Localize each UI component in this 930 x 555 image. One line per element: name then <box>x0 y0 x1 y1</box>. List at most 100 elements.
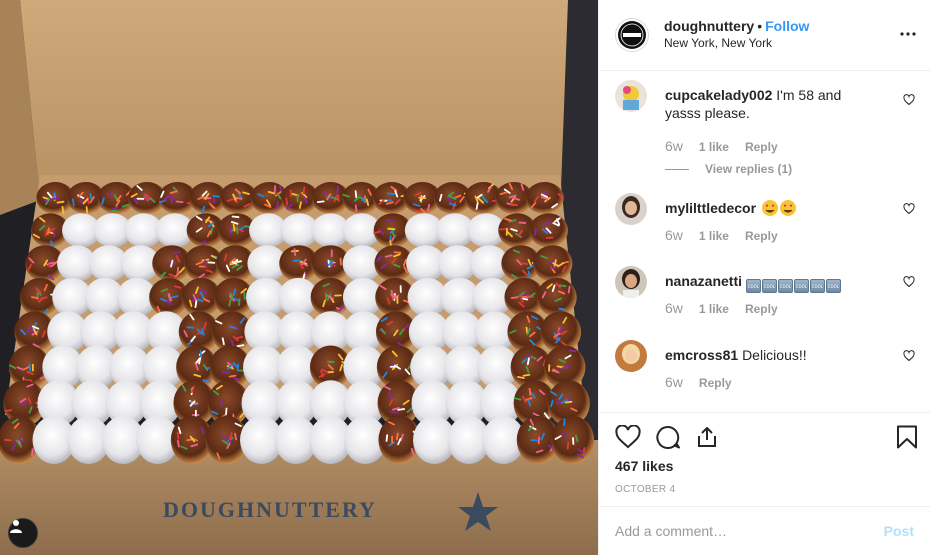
post-location[interactable]: New York, New York <box>664 35 809 52</box>
add-comment-bar: Post <box>599 506 930 555</box>
comment-body: nanazanetti COOL COOL COOL COOL COOL COOL <box>665 272 875 293</box>
post-date[interactable]: OCTOBER 4 <box>615 484 675 495</box>
sprinkle <box>235 335 244 340</box>
donut-box-image: DOUGHNUTTERY <box>0 0 598 555</box>
sprinkle <box>293 248 297 257</box>
sprinkle <box>4 409 13 412</box>
comments-list[interactable]: cupcakelady002 I'm 58 and yasss please. … <box>599 72 930 412</box>
sprinkle <box>387 192 395 195</box>
heart-eyes-emoji <box>761 200 778 216</box>
sprinkle <box>236 363 240 372</box>
sprinkle <box>221 337 225 346</box>
sprinkle <box>176 439 180 448</box>
like-comment-heart-icon[interactable] <box>903 350 915 362</box>
reply-button[interactable]: Reply <box>745 229 778 243</box>
box-brand-text: DOUGHNUTTERY <box>163 497 377 522</box>
comment-input[interactable] <box>615 523 884 539</box>
commenter-avatar[interactable] <box>615 80 647 112</box>
tagged-users-button[interactable] <box>8 518 38 548</box>
comment-username[interactable]: cupcakelady002 <box>665 87 772 103</box>
sprinkle <box>72 198 75 207</box>
sprinkle <box>387 227 396 231</box>
sprinkle <box>234 196 243 200</box>
sprinkle <box>395 432 399 441</box>
sprinkle <box>231 215 240 219</box>
doughnuttery-logo-icon <box>618 21 646 49</box>
comment-username[interactable]: mylilttledecor <box>665 200 756 216</box>
view-replies-button[interactable]: View replies (1) <box>665 162 792 176</box>
sprinkle <box>285 197 289 206</box>
avatar-image <box>615 340 647 372</box>
comment-age[interactable]: 6w <box>665 138 683 154</box>
sprinkle <box>298 201 302 209</box>
sprinkle <box>337 194 340 202</box>
comment-actions: 6w 1 like Reply <box>665 138 778 154</box>
sprinkle <box>550 265 559 270</box>
more-options-button[interactable] <box>900 26 916 45</box>
comment-likes[interactable]: 1 like <box>699 140 729 154</box>
post-photo[interactable]: DOUGHNUTTERY <box>0 0 598 555</box>
sprinkle <box>48 261 56 265</box>
comment-likes[interactable]: 1 like <box>699 229 729 243</box>
comment-body: emcross81 Delicious!! <box>665 346 875 364</box>
sprinkle <box>397 408 406 411</box>
comment-age[interactable]: 6w <box>665 227 683 243</box>
sprinkle <box>28 363 32 372</box>
sprinkle <box>475 202 479 210</box>
sprinkle <box>234 432 238 441</box>
post-username[interactable]: doughnuttery <box>664 18 754 34</box>
sprinkle <box>513 397 522 401</box>
sprinkle <box>232 223 236 232</box>
sprinkle <box>520 262 529 265</box>
instagram-post-modal: DOUGHNUTTERY doughnuttery • Follow New Y… <box>0 0 930 555</box>
comment-username[interactable]: nanazanetti <box>665 273 742 289</box>
commenter-avatar[interactable] <box>615 340 647 372</box>
comment-age[interactable]: 6w <box>665 300 683 316</box>
cool-emoji: COOL <box>809 279 825 293</box>
sprinkle <box>243 291 246 300</box>
sprinkle <box>522 373 531 377</box>
sprinkle <box>212 195 216 204</box>
cool-emoji: COOL <box>777 279 793 293</box>
like-heart-icon[interactable] <box>615 425 641 449</box>
sprinkle <box>199 350 203 359</box>
comment-username[interactable]: emcross81 <box>665 347 738 363</box>
sprinkle <box>354 204 358 213</box>
reply-button[interactable]: Reply <box>745 140 778 154</box>
sprinkle <box>52 229 56 238</box>
sprinkle <box>498 227 507 231</box>
share-icon[interactable] <box>695 425 719 449</box>
post-comment-button[interactable]: Post <box>884 523 914 539</box>
sprinkle <box>517 375 525 380</box>
sprinkle <box>229 226 232 235</box>
sprinkle <box>30 296 39 300</box>
sprinkle <box>225 407 228 416</box>
comment-likes[interactable]: 1 like <box>699 302 729 316</box>
save-post-button[interactable] <box>896 425 918 452</box>
sprinkle <box>567 285 571 294</box>
comment-age[interactable]: 6w <box>665 374 683 390</box>
sprinkle <box>228 298 232 307</box>
commenter-avatar[interactable] <box>615 193 647 225</box>
sprinkle <box>385 434 389 442</box>
like-comment-heart-icon[interactable] <box>903 203 915 215</box>
sprinkle <box>558 307 566 311</box>
sprinkle <box>222 371 230 375</box>
commenter-avatar[interactable] <box>615 266 647 298</box>
sprinkle <box>564 400 573 404</box>
likes-count[interactable]: 467 likes <box>615 458 673 474</box>
sprinkle <box>175 200 184 204</box>
post-header: doughnuttery • Follow New York, New York <box>599 0 930 71</box>
sprinkle <box>31 448 34 457</box>
sprinkle <box>202 379 211 383</box>
reply-button[interactable]: Reply <box>699 376 732 390</box>
reply-button[interactable]: Reply <box>745 302 778 316</box>
sprinkle <box>176 431 180 440</box>
profile-avatar[interactable] <box>615 18 649 52</box>
like-comment-heart-icon[interactable] <box>903 276 915 288</box>
like-comment-heart-icon[interactable] <box>903 94 915 106</box>
sprinkle <box>354 190 358 199</box>
sprinkle <box>527 270 531 279</box>
comment-bubble-icon[interactable] <box>655 425 681 449</box>
follow-button[interactable]: Follow <box>765 18 809 34</box>
